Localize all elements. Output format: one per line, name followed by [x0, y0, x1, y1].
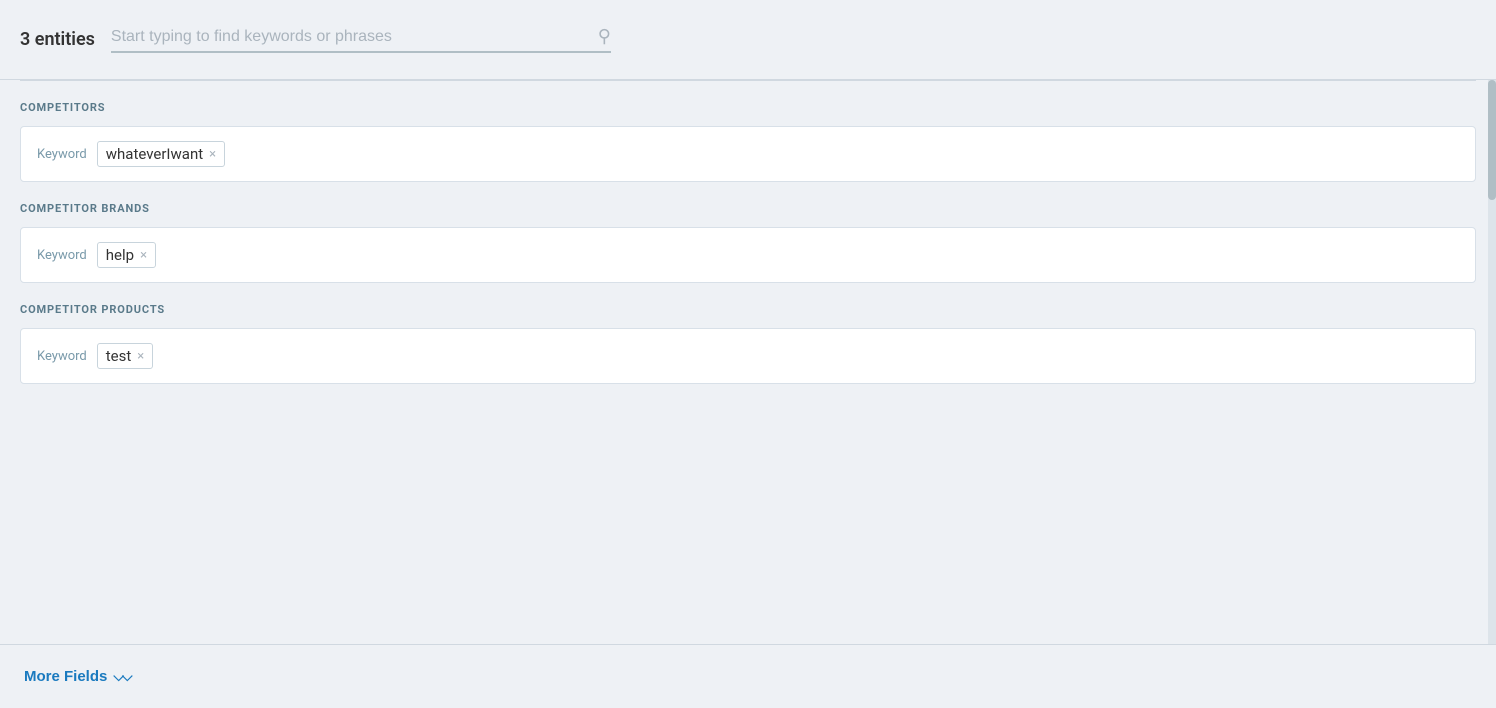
- competitor-products-tag-0: test ×: [97, 343, 153, 369]
- competitor-products-section: COMPETITOR PRODUCTS Keyword test ×: [0, 283, 1496, 384]
- competitor-brands-section-title: COMPETITOR BRANDS: [20, 202, 1476, 215]
- competitors-tag-0-value: whateverIwant: [106, 145, 203, 163]
- scrollbar-track: [1488, 80, 1496, 644]
- competitors-section-title: COMPETITORS: [20, 101, 1476, 114]
- competitor-products-box: Keyword test ×: [20, 328, 1476, 384]
- competitors-box: Keyword whateverIwant ×: [20, 126, 1476, 182]
- competitor-brands-tag-0: help ×: [97, 242, 156, 268]
- competitor-brands-tag-0-close[interactable]: ×: [140, 249, 147, 262]
- competitor-brands-tag-0-value: help: [106, 246, 134, 264]
- more-fields-label: More Fields: [24, 668, 107, 685]
- competitor-brands-keyword-label: Keyword: [37, 248, 87, 263]
- content-area: COMPETITORS Keyword whateverIwant × COMP…: [0, 80, 1496, 708]
- search-input[interactable]: [111, 28, 590, 46]
- search-icon: ⚲: [598, 26, 611, 47]
- competitor-products-section-title: COMPETITOR PRODUCTS: [20, 303, 1476, 316]
- competitors-tag-0-close[interactable]: ×: [209, 148, 216, 161]
- competitor-products-keyword-label: Keyword: [37, 349, 87, 364]
- competitor-brands-section: COMPETITOR BRANDS Keyword help ×: [0, 182, 1496, 283]
- entity-count: 3 entities: [20, 29, 95, 50]
- competitors-section: COMPETITORS Keyword whateverIwant ×: [0, 81, 1496, 182]
- chevron-down-icon: ⌵⌵: [113, 668, 130, 685]
- competitors-tag-0: whateverIwant ×: [97, 141, 225, 167]
- search-container: ⚲: [111, 26, 611, 53]
- competitor-brands-box: Keyword help ×: [20, 227, 1476, 283]
- scrollbar-thumb[interactable]: [1488, 80, 1496, 200]
- competitor-products-tag-0-close[interactable]: ×: [137, 350, 144, 363]
- bottom-bar: More Fields ⌵⌵: [0, 644, 1496, 708]
- main-window: 3 entities ⚲ COMPETITORS Keyword whateve…: [0, 0, 1496, 708]
- more-fields-button[interactable]: More Fields ⌵⌵: [24, 668, 131, 685]
- top-bar: 3 entities ⚲: [0, 0, 1496, 80]
- competitor-products-tag-0-value: test: [106, 347, 132, 365]
- competitors-keyword-label: Keyword: [37, 147, 87, 162]
